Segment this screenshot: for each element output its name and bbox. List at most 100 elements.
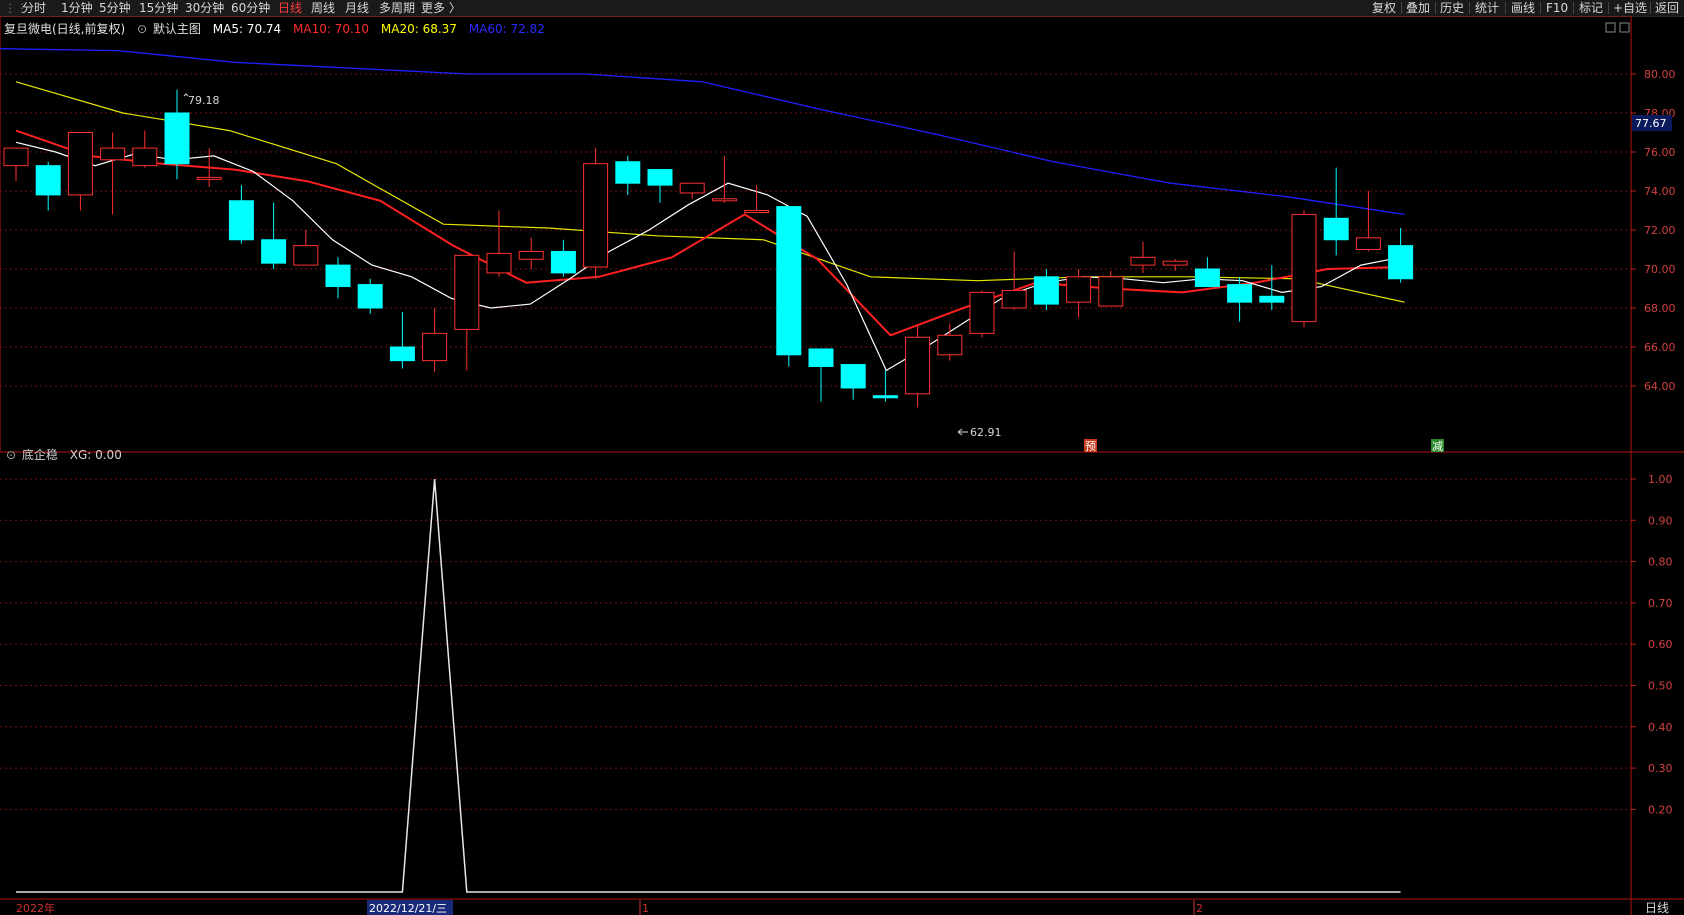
mode-chevron-icon[interactable]: ⊙ [137, 22, 147, 36]
candle-body[interactable] [1355, 237, 1381, 251]
candle-body[interactable] [1098, 276, 1124, 307]
tab-monthly[interactable]: 月线 [345, 0, 369, 16]
main-chart-mode[interactable]: 默认主图 [153, 22, 201, 36]
candle-body[interactable] [647, 169, 673, 186]
indicator-chevron-icon[interactable]: ⊙ [6, 448, 16, 462]
candle-body[interactable] [1259, 295, 1285, 303]
indicator-tick-label: 0.30 [1648, 762, 1673, 775]
candle-body[interactable] [1162, 260, 1188, 266]
btn-f10[interactable]: F10 [1546, 0, 1568, 16]
tab-15min[interactable]: 15分钟 [139, 0, 178, 16]
indicator-tick-label: 0.40 [1648, 721, 1673, 734]
price-tick-label: 76.00 [1644, 146, 1676, 159]
indicator-axis: 1.00 0.90 0.80 0.70 0.60 0.50 0.40 0.30 0.20 [1631, 473, 1673, 816]
indicator-header: ⊙ 底企稳 XG: 0.00 [6, 446, 122, 463]
ma60-label: MA60: 72.82 [468, 22, 545, 36]
candle-body[interactable] [132, 147, 158, 167]
settings-icon[interactable] [1605, 22, 1616, 33]
candle-body[interactable] [454, 254, 480, 330]
candle-body[interactable] [164, 112, 190, 165]
tab-30min[interactable]: 30分钟 [185, 0, 224, 16]
btn-draw[interactable]: 画线 [1511, 0, 1535, 16]
tab-daily[interactable]: 日线 [278, 0, 302, 16]
candle-body[interactable] [1001, 289, 1027, 309]
candle-body[interactable] [196, 176, 222, 180]
axis-label-2022: 2022年 [16, 901, 55, 915]
stock-title: 复旦微电(日线,前复权) [4, 22, 126, 36]
candle-body[interactable] [325, 264, 351, 288]
candle-body[interactable] [100, 147, 126, 161]
candle-body[interactable] [905, 336, 931, 395]
candlesticks [3, 89, 1414, 408]
btn-mark[interactable]: 标记 [1579, 0, 1603, 16]
candle-body[interactable] [872, 395, 898, 399]
candle-body[interactable] [293, 245, 319, 266]
tab-1min[interactable]: 1分钟 [61, 0, 93, 16]
tab-weekly[interactable]: 周线 [311, 0, 335, 16]
kline-chart[interactable]: 80.0078.0076.0074.0072.0070.0068.0066.00… [0, 16, 1684, 915]
current-price-tag: 77.67 [1635, 117, 1667, 130]
candle-body[interactable] [776, 206, 802, 356]
tab-fenshi[interactable]: 分时 [22, 0, 46, 16]
candle-body[interactable] [711, 198, 737, 202]
btn-overlay[interactable]: 叠加 [1406, 0, 1430, 16]
candle-body[interactable] [486, 252, 512, 274]
candle-body[interactable] [744, 210, 770, 213]
candle-body[interactable] [679, 182, 705, 194]
candle-body[interactable] [518, 250, 544, 260]
candle-body[interactable] [3, 147, 29, 167]
axis-label-month-1: 1 [642, 902, 649, 915]
candle-body[interactable] [261, 239, 287, 264]
candle-body[interactable] [1323, 217, 1349, 241]
pre-marker[interactable]: 预 [1085, 440, 1096, 453]
candle-body[interactable] [422, 332, 448, 362]
tab-more[interactable]: 更多 〉 [421, 0, 461, 16]
price-tick-label: 64.00 [1644, 380, 1676, 393]
candle-body[interactable] [550, 250, 576, 274]
btn-stats[interactable]: 统计 [1475, 0, 1499, 16]
candle-body[interactable] [357, 284, 383, 309]
price-tick-label: 66.00 [1644, 341, 1676, 354]
indicator-title[interactable]: 底企稳 [22, 448, 58, 462]
maximize-icon[interactable] [1619, 22, 1630, 33]
tab-5min[interactable]: 5分钟 [99, 0, 131, 16]
indicator-tick-label: 0.60 [1648, 638, 1673, 651]
candle-body[interactable] [1291, 213, 1317, 323]
indicator-grid [0, 478, 1631, 810]
btn-history[interactable]: 历史 [1440, 0, 1464, 16]
candle-body[interactable] [35, 165, 61, 196]
axis-label-month-2: 2 [1196, 902, 1203, 915]
candle-body[interactable] [67, 132, 93, 196]
indicator-tick-label: 0.80 [1648, 556, 1673, 569]
reduce-marker[interactable]: 减 [1432, 440, 1443, 453]
candle-body[interactable] [583, 163, 609, 268]
btn-back[interactable]: 返回 [1655, 0, 1679, 16]
top-toolbar: ⋮⋮ 分时 1分钟 5分钟 15分钟 30分钟 60分钟 日线 周线 月线 多周… [0, 0, 1684, 17]
candle-body[interactable] [840, 364, 866, 389]
ma10-line [15, 129, 1401, 337]
candle-body[interactable] [1388, 245, 1414, 280]
btn-add-watchlist[interactable]: +自选 [1613, 0, 1647, 16]
price-tick-label: 72.00 [1644, 224, 1676, 237]
candle-body[interactable] [389, 346, 415, 362]
candle-body[interactable] [228, 200, 254, 241]
ma5-line [15, 141, 1401, 372]
indicator-tick-label: 0.20 [1648, 803, 1673, 816]
candle-body[interactable] [937, 334, 963, 356]
candle-body[interactable] [1066, 276, 1092, 303]
tab-60min[interactable]: 60分钟 [231, 0, 270, 16]
candle-body[interactable] [969, 291, 995, 334]
price-tick-label: 74.00 [1644, 185, 1676, 198]
candle-body[interactable] [1194, 268, 1220, 288]
candle-body[interactable] [1130, 256, 1156, 266]
tab-multi-period[interactable]: 多周期 [379, 0, 415, 16]
ma5-label: MA5: 70.74 [212, 22, 282, 36]
indicator-tick-label: 0.70 [1648, 597, 1673, 610]
btn-fuquan[interactable]: 复权 [1372, 0, 1396, 16]
period-label: 日线 [1645, 901, 1669, 915]
candle-body[interactable] [615, 161, 641, 184]
candle-body[interactable] [808, 348, 834, 368]
candle-body[interactable] [1033, 276, 1059, 305]
candle-body[interactable] [1227, 284, 1253, 303]
indicator-tick-label: 0.90 [1648, 514, 1673, 527]
